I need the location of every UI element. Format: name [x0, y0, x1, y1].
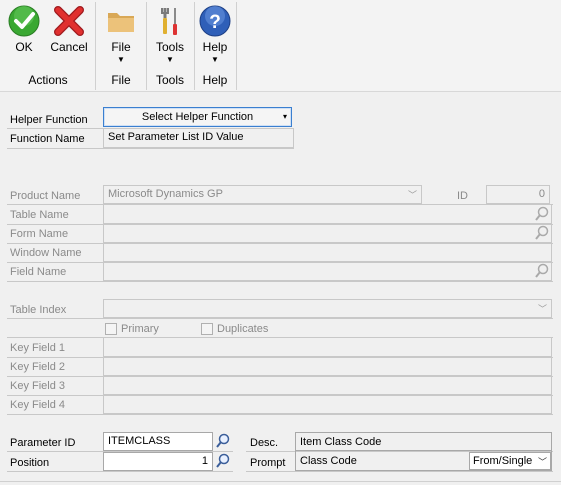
folder-icon: [108, 13, 134, 32]
product-name-dropdown[interactable]: Microsoft Dynamics GP ﹀: [103, 185, 422, 204]
key-field-4: [103, 395, 552, 414]
prompt-type-value: From/Single: [473, 455, 533, 467]
function-name-value: Set Parameter List ID Value: [103, 128, 294, 148]
chevron-down-icon: ▼: [166, 55, 174, 64]
actions-group-label: Actions: [28, 73, 68, 87]
field-name-field[interactable]: [103, 262, 552, 281]
table-index-label: Table Index: [10, 304, 67, 316]
lookup-magnifier-icon[interactable]: [534, 225, 550, 241]
cancel-button[interactable]: Cancel: [46, 0, 92, 70]
select-helper-function-label: Select Helper Function: [141, 111, 254, 123]
field-name-label: Field Name: [10, 266, 67, 278]
svg-text:?: ?: [209, 12, 221, 33]
table-name-label: Table Name: [10, 209, 69, 221]
parameter-id-input[interactable]: ITEMCLASS: [103, 432, 213, 451]
id-field: 0: [486, 185, 550, 204]
duplicates-checkbox[interactable]: [201, 323, 213, 335]
checkmark-icon: [8, 5, 40, 37]
chevron-down-icon: ▼: [211, 55, 219, 64]
position-label: Position: [10, 457, 50, 469]
table-index-dropdown[interactable]: ﹀: [103, 299, 552, 318]
divider: [246, 471, 553, 472]
lookup-magnifier-icon[interactable]: [215, 433, 231, 449]
prompt-label: Prompt: [250, 457, 286, 469]
function-name-label: Function Name: [10, 133, 85, 145]
divider: [7, 318, 553, 319]
product-name-value: Microsoft Dynamics GP: [108, 188, 223, 200]
key-field-1-label: Key Field 1: [10, 342, 66, 354]
key-field-2-label: Key Field 2: [10, 361, 66, 373]
tools-group-label: Tools: [155, 73, 184, 87]
id-label: ID: [457, 190, 468, 202]
help-group-label: Help: [202, 73, 228, 87]
desc-label: Desc.: [250, 437, 279, 449]
file-menu-button[interactable]: File ▼: [98, 0, 144, 70]
chevron-down-icon: ﹀: [407, 190, 417, 200]
desc-field: Item Class Code: [295, 432, 552, 451]
primary-checkbox[interactable]: [105, 323, 117, 335]
primary-label: Primary: [121, 323, 159, 335]
chevron-down-icon: ﹀: [537, 304, 547, 314]
form-name-label: Form Name: [10, 228, 69, 240]
parameter-id-value: ITEMCLASS: [108, 435, 171, 447]
tools-menu-button[interactable]: Tools ▼: [148, 0, 192, 70]
duplicates-label: Duplicates: [217, 323, 269, 335]
position-value: 1: [201, 455, 208, 467]
divider: [7, 471, 233, 472]
divider: [7, 414, 553, 415]
bottom-divider: [0, 481, 561, 482]
ok-label: OK: [15, 40, 33, 54]
caret-down-icon: ▾: [282, 112, 287, 121]
helper-function-label: Helper Function: [10, 114, 88, 126]
key-field-3-label: Key Field 3: [10, 380, 66, 392]
lookup-magnifier-icon[interactable]: [534, 263, 550, 279]
position-input[interactable]: 1: [103, 452, 213, 471]
tools-label: Tools: [155, 40, 184, 54]
prompt-value: Class Code: [300, 455, 357, 467]
ok-button[interactable]: OK: [4, 0, 44, 70]
chevron-down-icon: ▼: [117, 55, 125, 64]
ribbon: OK Cancel Actions File ▼ File Tools ▼ To…: [0, 0, 561, 92]
divider: [7, 281, 553, 282]
id-value: 0: [538, 188, 545, 200]
key-field-4-label: Key Field 4: [10, 399, 66, 411]
divider: [7, 148, 294, 149]
prompt-type-dropdown[interactable]: From/Single ﹀: [469, 452, 551, 470]
key-field-1: [103, 337, 552, 357]
window-name-field[interactable]: [103, 243, 552, 262]
cancel-x-icon: [54, 6, 84, 36]
help-question-icon: ?: [199, 5, 231, 37]
file-group-label: File: [111, 73, 131, 87]
ribbon-divider: [236, 2, 237, 90]
chevron-down-icon: ﹀: [537, 457, 547, 467]
table-name-field[interactable]: [103, 204, 552, 224]
tools-icon: [161, 8, 177, 35]
help-menu-button[interactable]: ? Help ▼: [196, 0, 234, 70]
file-label: File: [111, 40, 131, 54]
window-name-label: Window Name: [10, 247, 82, 259]
select-helper-function-button[interactable]: Select Helper Function ▾: [103, 107, 292, 127]
cancel-label: Cancel: [50, 40, 88, 54]
ribbon-divider: [146, 2, 147, 90]
key-field-2: [103, 357, 552, 376]
product-name-label: Product Name: [10, 190, 81, 202]
form-name-field[interactable]: [103, 224, 552, 243]
ribbon-divider: [194, 2, 195, 90]
help-label: Help: [202, 40, 228, 54]
lookup-magnifier-icon[interactable]: [215, 453, 231, 469]
parameter-id-label: Parameter ID: [10, 437, 76, 449]
lookup-magnifier-icon[interactable]: [534, 206, 550, 222]
key-field-3: [103, 376, 552, 395]
desc-value: Item Class Code: [300, 436, 382, 448]
ribbon-divider: [95, 2, 96, 90]
